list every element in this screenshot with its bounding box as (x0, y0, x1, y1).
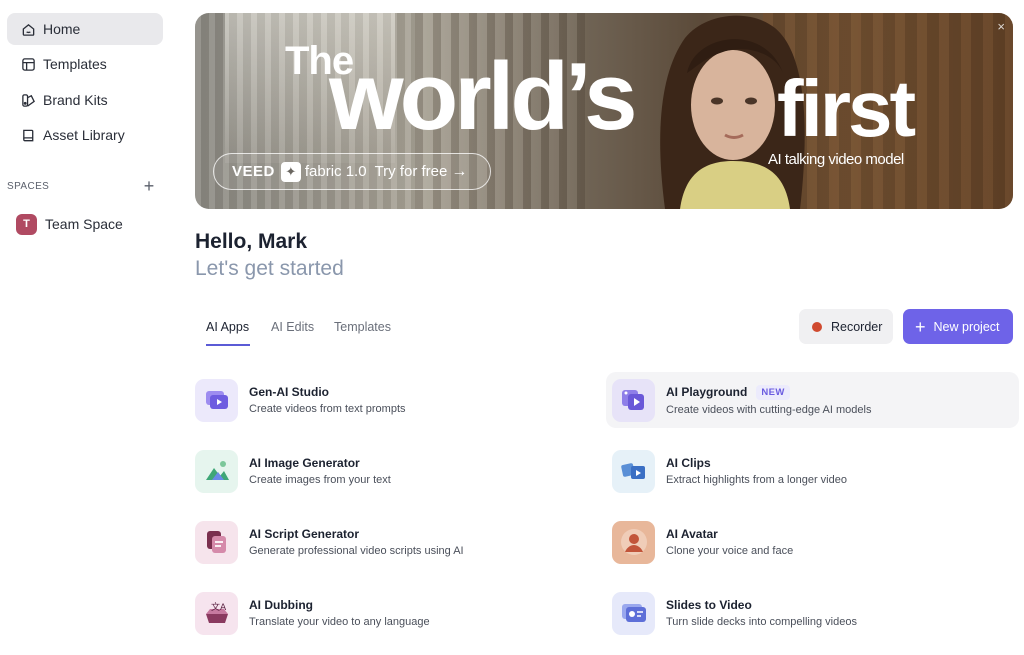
sidebar-item-team-space[interactable]: T Team Space (16, 213, 123, 235)
svg-text:文A: 文A (211, 601, 227, 613)
script-generator-icon (195, 520, 238, 564)
app-gen-ai-studio[interactable]: Gen-AI Studio Create videos from text pr… (195, 372, 595, 428)
team-space-label: Team Space (45, 216, 123, 232)
app-ai-dubbing[interactable]: 文A AI Dubbing Translate your video to an… (195, 585, 595, 641)
sidebar-item-asset-library[interactable]: Asset Library (7, 119, 163, 151)
brand-kits-icon (20, 92, 36, 108)
app-title: AI Script Generator (249, 527, 360, 541)
app-title: Gen-AI Studio (249, 385, 329, 399)
veed-logo-text: VEED (232, 163, 275, 180)
tab-ai-edits[interactable]: AI Edits (271, 320, 314, 334)
arrow-right-icon: → (451, 162, 468, 180)
app-desc: Create videos from text prompts (249, 403, 406, 415)
app-title: AI Clips (666, 456, 711, 470)
sidebar-item-label: Brand Kits (43, 92, 108, 108)
app-ai-script-generator[interactable]: AI Script Generator Generate professiona… (195, 514, 595, 570)
new-project-button[interactable]: + New project (903, 309, 1013, 344)
plus-icon: + (915, 316, 926, 337)
ai-clips-icon (612, 449, 655, 493)
app-title-text: AI Playground (666, 385, 748, 399)
app-title: AI Playground NEW (666, 384, 871, 400)
close-icon[interactable]: × (997, 19, 1005, 34)
gen-ai-studio-icon (195, 378, 238, 422)
image-generator-icon (195, 449, 238, 493)
slides-to-video-icon (612, 591, 655, 635)
sidebar-item-brand-kits[interactable]: Brand Kits (7, 84, 163, 116)
recorder-label: Recorder (831, 319, 883, 334)
tab-ai-apps[interactable]: AI Apps (206, 320, 249, 334)
try-for-free-button[interactable]: VEED ✦ fabric 1.0 Try for free → (213, 153, 491, 190)
new-badge: NEW (756, 384, 790, 400)
fabric-label: fabric 1.0 (304, 163, 367, 180)
tab-templates[interactable]: Templates (334, 320, 391, 334)
app-desc: Create images from your text (249, 474, 391, 486)
recorder-button[interactable]: Recorder (799, 309, 893, 344)
ai-dubbing-icon: 文A (195, 591, 238, 635)
app-desc: Extract highlights from a longer video (666, 474, 847, 486)
app-title: AI Avatar (666, 527, 718, 541)
sidebar-item-label: Templates (43, 56, 107, 72)
app-desc: Create videos with cutting-edge AI model… (666, 403, 872, 416)
app-desc: Clone your voice and face (666, 545, 794, 557)
team-avatar: T (16, 213, 37, 235)
ai-avatar-icon (612, 520, 655, 564)
app-ai-clips[interactable]: AI Clips Extract highlights from a longe… (612, 443, 1012, 499)
ai-playground-icon (612, 378, 655, 422)
greeting-title: Hello, Mark (195, 230, 308, 253)
app-title: Slides to Video (666, 598, 752, 612)
app-desc: Turn slide decks into compelling videos (666, 616, 857, 628)
sparkle-icon: ✦ (280, 161, 301, 182)
sidebar-item-templates[interactable]: Templates (7, 48, 163, 80)
home-icon (20, 21, 36, 37)
app-title: AI Dubbing (249, 598, 313, 612)
spaces-label: SPACES (7, 181, 50, 192)
app-ai-playground[interactable]: AI Playground NEW Create videos with cut… (606, 372, 1019, 428)
greeting-subtitle: Let's get started (195, 257, 344, 280)
templates-icon (20, 56, 36, 72)
app-desc: Generate professional video scripts usin… (249, 545, 464, 557)
banner-headline-first: first (777, 64, 916, 153)
add-space-icon[interactable]: + (140, 177, 158, 195)
promo-banner[interactable]: The world’s first AI talking video model… (195, 13, 1013, 209)
banner-headline-worlds: world’s (329, 43, 637, 150)
app-ai-image-generator[interactable]: AI Image Generator Create images from yo… (195, 443, 595, 499)
sidebar: Home Templates Brand Kits Asset Library … (0, 0, 172, 655)
app-ai-avatar[interactable]: AI Avatar Clone your voice and face (612, 514, 1012, 570)
app-slides-to-video[interactable]: Slides to Video Turn slide decks into co… (612, 585, 1012, 641)
active-tab-indicator (206, 344, 250, 346)
sidebar-item-home[interactable]: Home (7, 13, 163, 45)
asset-library-icon (20, 127, 36, 143)
banner-subline: AI talking video model (768, 151, 904, 168)
app-title: AI Image Generator (249, 456, 360, 470)
record-dot-icon (812, 321, 822, 332)
sidebar-item-label: Asset Library (43, 127, 125, 143)
sidebar-item-label: Home (43, 21, 81, 37)
try-for-free-label: Try for free (374, 163, 448, 180)
new-project-label: New project (933, 319, 1000, 334)
app-desc: Translate your video to any language (249, 616, 430, 628)
